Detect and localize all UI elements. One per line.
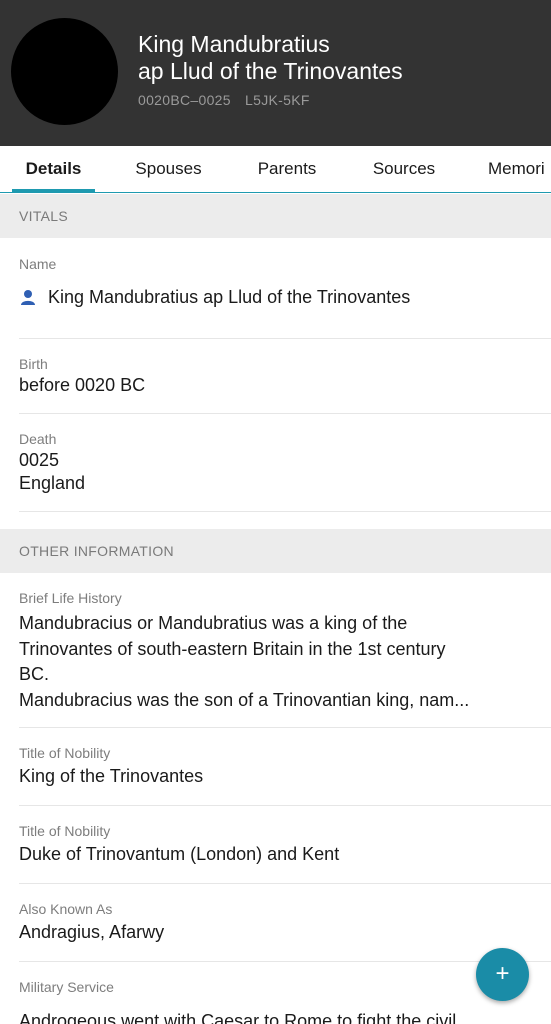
history-label: Brief Life History: [19, 590, 122, 606]
tab-spouses[interactable]: Spouses: [121, 146, 216, 192]
divider: [19, 511, 551, 512]
person-id: L5JK-5KF: [245, 92, 310, 108]
title-label: Title of Nobility: [19, 823, 111, 839]
person-name-line-2: ap Llud of the Trinovantes: [138, 58, 403, 84]
add-button[interactable]: +: [476, 948, 529, 1001]
person-name-line-1: King Mandubratius: [138, 31, 330, 57]
military-value[interactable]: Androgeous went with Caesar to Rome to f…: [19, 1010, 456, 1024]
history-line: Mandubracius or Mandubratius was a king …: [19, 613, 408, 633]
tab-bar: Details Spouses Parents Sources Memori: [0, 146, 551, 193]
name-value[interactable]: King Mandubratius ap Llud of the Trinova…: [48, 286, 410, 309]
title-value[interactable]: King of the Trinovantes: [19, 765, 203, 788]
history-line: Mandubracius was the son of a Trinovanti…: [19, 689, 470, 710]
birth-label: Birth: [19, 356, 48, 372]
active-tab-indicator: [12, 189, 95, 192]
history-line: BC.: [19, 664, 50, 684]
divider: [19, 961, 551, 962]
divider: [19, 805, 551, 806]
avatar[interactable]: [11, 18, 118, 125]
divider: [19, 338, 551, 339]
birth-value[interactable]: before 0020 BC: [19, 374, 145, 397]
divider: [19, 413, 551, 414]
tab-details[interactable]: Details: [12, 146, 95, 192]
aka-value[interactable]: Andragius, Afarwy: [19, 921, 164, 944]
tab-sources[interactable]: Sources: [360, 146, 448, 192]
military-label: Military Service: [19, 979, 114, 995]
name-label: Name: [19, 256, 57, 272]
history-line: Trinovantes of south-eastern Britain in …: [19, 638, 446, 659]
death-label: Death: [19, 431, 57, 447]
title-value[interactable]: Duke of Trinovantum (London) and Kent: [19, 843, 339, 866]
death-place[interactable]: England: [19, 472, 85, 495]
lifespan: 0020BC–0025: [138, 92, 231, 108]
person-meta: 0020BC–0025 L5JK-5KF: [138, 92, 310, 108]
person-header: King Mandubratius ap Llud of the Trinova…: [0, 0, 551, 146]
tab-memories[interactable]: Memori: [488, 146, 551, 192]
tab-parents[interactable]: Parents: [245, 146, 329, 192]
person-icon: [21, 290, 35, 305]
section-vitals-heading: VITALS: [0, 194, 551, 238]
plus-icon: +: [495, 960, 510, 987]
title-label: Title of Nobility: [19, 745, 111, 761]
brief-life-history[interactable]: Mandubracius or Mandubratius was a king …: [19, 611, 539, 713]
divider: [19, 727, 551, 728]
aka-label: Also Known As: [19, 901, 113, 917]
divider: [19, 883, 551, 884]
death-date[interactable]: 0025: [19, 449, 59, 472]
section-other-heading: OTHER INFORMATION: [0, 529, 551, 573]
